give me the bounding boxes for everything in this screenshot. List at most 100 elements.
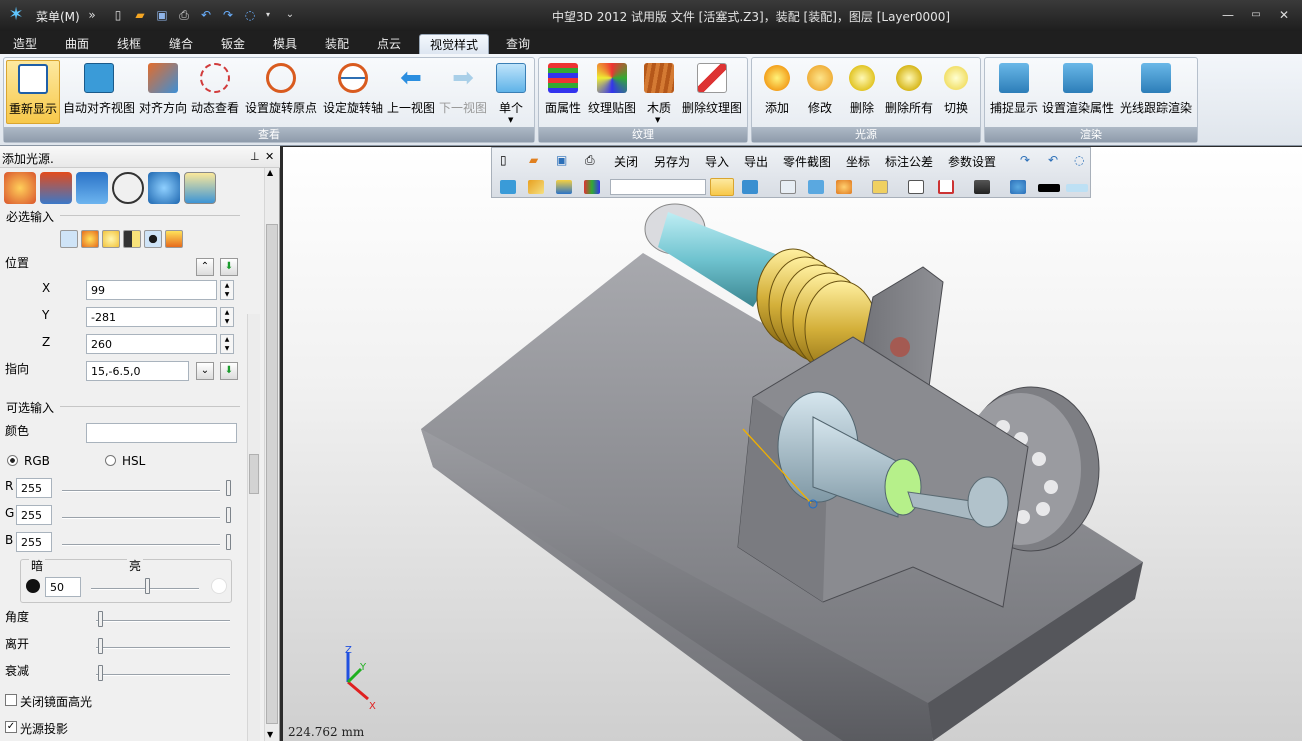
image-icon[interactable] xyxy=(872,180,888,194)
palette-icon[interactable] xyxy=(4,172,36,204)
filter-icon[interactable] xyxy=(584,180,600,194)
app-logo-icon[interactable]: ✶ xyxy=(4,3,28,27)
z-input[interactable] xyxy=(86,334,217,354)
y-spinner[interactable]: ▲ ▼ xyxy=(220,307,234,327)
redisplay-button[interactable]: 重新显示 xyxy=(6,60,60,124)
panel-scrollbar-thumb[interactable] xyxy=(266,224,278,724)
monitor-icon[interactable] xyxy=(974,180,990,194)
b-input[interactable] xyxy=(16,532,52,552)
set-rotate-origin-button[interactable]: 设置旋转原点 xyxy=(242,60,320,124)
directional-light-icon[interactable] xyxy=(123,230,141,248)
scroll-up-icon[interactable]: ▲ xyxy=(267,168,273,177)
tab-visual-style[interactable]: 视觉样式 xyxy=(419,34,490,54)
r-slider-thumb[interactable] xyxy=(226,480,231,496)
redo-icon[interactable]: ↷ xyxy=(220,7,236,23)
section-icon[interactable] xyxy=(938,180,954,194)
tab-modeling[interactable]: 造型 xyxy=(3,34,47,54)
pick-down-icon[interactable]: ⬇ xyxy=(220,258,238,276)
delete-all-lights-button[interactable]: 删除所有 xyxy=(884,60,934,124)
delete-texture-button[interactable]: 删除纹理图 xyxy=(681,60,743,124)
tab-pointcloud[interactable]: 点云 xyxy=(367,34,411,54)
intensity-slider-thumb[interactable] xyxy=(145,578,150,594)
r-slider[interactable] xyxy=(62,490,220,492)
chevron-down-icon[interactable]: ▾ xyxy=(260,7,276,23)
bulb-light-icon[interactable] xyxy=(102,230,120,248)
save-icon[interactable]: ▣ xyxy=(154,7,170,23)
export-button[interactable]: 导出 xyxy=(744,153,768,170)
close-panel-icon[interactable]: ✕ xyxy=(265,150,274,163)
inner-scrollbar-thumb[interactable] xyxy=(249,454,259,494)
next-view-button[interactable]: ➡ 下一视图 xyxy=(438,60,488,124)
rgb-radio[interactable] xyxy=(7,455,18,466)
panel-scrollbar[interactable]: ▲ ▼ xyxy=(264,168,279,741)
scroll-down-icon[interactable]: ▼ xyxy=(267,730,273,739)
dynamic-view-button[interactable]: 动态查看 xyxy=(190,60,240,124)
layer-cube-icon[interactable] xyxy=(808,180,824,194)
inner-scrollbar[interactable] xyxy=(247,314,260,741)
undo-icon[interactable]: ↶ xyxy=(198,7,214,23)
coordinates-button[interactable]: 坐标 xyxy=(846,153,870,170)
angle-slider-thumb[interactable] xyxy=(98,611,103,627)
ray-trace-button[interactable]: 光线跟踪渲染 xyxy=(1117,60,1195,124)
align-direction-button[interactable]: 对齐方向 xyxy=(138,60,188,124)
new-file-icon[interactable]: ▯ xyxy=(110,7,126,23)
hsl-radio[interactable] xyxy=(105,455,116,466)
glasses-icon[interactable] xyxy=(112,172,144,204)
tab-stitch[interactable]: 缝合 xyxy=(159,34,203,54)
x-spinner[interactable]: ▲ ▼ xyxy=(220,280,234,300)
set-rotate-axis-button[interactable]: 设定旋转轴 xyxy=(322,60,384,124)
spot-light-icon[interactable] xyxy=(60,230,78,248)
color-lightblue-swatch[interactable] xyxy=(1066,184,1088,192)
close-button[interactable]: ✕ xyxy=(1273,6,1295,24)
close-specular-checkbox[interactable] xyxy=(5,694,17,706)
light-tool-icon[interactable] xyxy=(184,172,216,204)
pencil-icon[interactable] xyxy=(528,180,544,194)
new-icon[interactable]: ▯ xyxy=(500,153,507,167)
distance-slider[interactable] xyxy=(96,647,230,649)
import-button[interactable]: 导入 xyxy=(705,153,729,170)
sphere-render-icon[interactable] xyxy=(836,180,852,194)
b-slider-thumb[interactable] xyxy=(226,534,231,550)
tab-sheetmetal[interactable]: 钣金 xyxy=(211,34,255,54)
footsteps-icon[interactable] xyxy=(1010,180,1026,194)
tab-mold[interactable]: 模具 xyxy=(263,34,307,54)
tab-query[interactable]: 查询 xyxy=(496,34,540,54)
frame-icon[interactable] xyxy=(908,180,924,194)
point-light-icon[interactable] xyxy=(81,230,99,248)
open-file-icon[interactable]: ▰ xyxy=(132,7,148,23)
close-file-button[interactable]: 关闭 xyxy=(614,153,638,170)
angle-slider[interactable] xyxy=(96,620,230,622)
cube-view-icon[interactable] xyxy=(742,180,758,194)
shadow-checkbox[interactable]: ✓ xyxy=(5,721,17,733)
refresh-icon[interactable]: ◌ xyxy=(242,7,258,23)
z-spinner[interactable]: ▲ ▼ xyxy=(220,334,234,354)
collapse-icon[interactable]: ⌃ xyxy=(196,258,214,276)
falloff-slider[interactable] xyxy=(96,674,230,676)
tab-wireframe[interactable]: 线框 xyxy=(107,34,151,54)
part-icon[interactable] xyxy=(556,180,572,194)
face-attribute-button[interactable]: 面属性 xyxy=(543,60,583,124)
r-input[interactable] xyxy=(16,478,52,498)
y-input[interactable] xyxy=(86,307,217,327)
tab-surface[interactable]: 曲面 xyxy=(55,34,99,54)
pin-icon[interactable]: ⊥ xyxy=(250,150,260,163)
rotate-icon[interactable]: ◌ xyxy=(1074,153,1084,167)
undo-icon[interactable]: ↶ xyxy=(1048,153,1058,167)
main-menu-button[interactable]: 菜单(M) xyxy=(36,8,80,25)
3d-viewport[interactable]: Z Y X xyxy=(283,147,1302,741)
intensity-input[interactable] xyxy=(45,577,81,597)
falloff-slider-thumb[interactable] xyxy=(98,665,103,681)
eye-icon[interactable] xyxy=(144,230,162,248)
expand-icon[interactable]: » xyxy=(84,7,100,23)
print-icon[interactable]: ⎙ xyxy=(585,153,595,168)
capture-display-button[interactable]: 捕捉显示 xyxy=(989,60,1039,124)
parameter-settings-button[interactable]: 参数设置 xyxy=(948,153,996,170)
part-screenshot-button[interactable]: 零件截图 xyxy=(783,153,831,170)
save-as-button[interactable]: 另存为 xyxy=(654,153,690,170)
direction-options-icon[interactable]: ⌄ xyxy=(196,362,214,380)
auto-align-view-button[interactable]: 自动对齐视图 xyxy=(62,60,136,124)
wire-cube-icon[interactable] xyxy=(780,180,796,194)
sphere-icon[interactable] xyxy=(148,172,180,204)
direction-input[interactable] xyxy=(86,361,189,381)
engine-model[interactable]: Z Y X xyxy=(283,147,1302,741)
